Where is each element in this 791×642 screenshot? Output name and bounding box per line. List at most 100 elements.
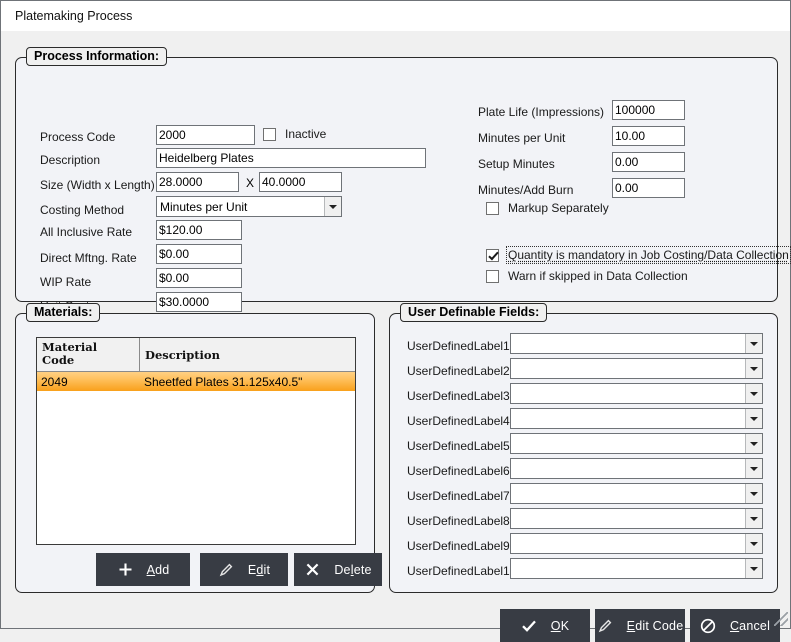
warn-if-skipped-checkbox[interactable]: Warn if skipped in Data Collection [486,269,688,283]
chevron-down-icon[interactable] [745,359,762,378]
column-header-material-code-line1: Material [42,340,98,354]
prohibited-icon [700,617,717,634]
size-length-input[interactable] [259,172,342,192]
check-icon [521,617,538,634]
pencil-icon [597,617,614,634]
markup-separately-checkbox[interactable]: Markup Separately [486,201,609,215]
chevron-down-icon[interactable] [745,509,762,528]
label-size: Size (Width x Length) [40,178,155,192]
ok-button[interactable]: OK [500,609,590,642]
edit-code-button[interactable]: Edit Code [595,609,685,642]
chevron-down-icon[interactable] [324,197,341,216]
add-button[interactable]: Add [96,553,190,586]
ok-button-label: OK [550,618,570,633]
edit-code-button-label: Edit Code [626,618,684,633]
label-userdefinedlabel5: UserDefinedLabel5 [407,439,510,453]
label-userdefinedlabel6: UserDefinedLabel6 [407,464,510,478]
all-inclusive-rate-input[interactable] [156,220,242,240]
checkbox-box-inactive[interactable] [263,127,276,141]
size-width-input[interactable] [156,172,239,192]
materials-caption: Materials: [26,303,101,322]
userdefinedlabel6-combo[interactable] [510,458,763,479]
userdefinedlabel10-combo[interactable] [510,558,763,579]
materials-group: Materials: Material Code Description 204… [15,303,382,593]
edit-button[interactable]: Edit [200,553,288,586]
checkbox-box-quantity-mandatory[interactable] [486,248,499,262]
cancel-button[interactable]: Cancel [690,609,780,642]
userdefinedlabel4-combo[interactable] [510,408,763,429]
chevron-down-icon[interactable] [745,434,762,453]
column-header-description: Description [145,348,220,362]
costing-method-combo[interactable]: Minutes per Unit [156,196,342,217]
edit-button-label: Edit [247,562,271,577]
size-separator: X [246,176,255,190]
markup-separately-label: Markup Separately [508,201,609,215]
setup-minutes-input[interactable] [612,152,685,172]
label-costing-method: Costing Method [40,203,125,217]
chevron-down-icon[interactable] [745,484,762,503]
process-code-input[interactable] [156,125,255,145]
label-userdefinedlabel8: UserDefinedLabel8 [407,514,510,528]
label-userdefinedlabel4: UserDefinedLabel4 [407,414,510,428]
cancel-button-label: Cancel [729,618,771,633]
user-definable-fields-group: User Definable Fields: UserDefinedLabel1… [389,303,778,593]
userdefinedlabel7-combo[interactable] [510,483,763,504]
label-userdefinedlabel1: UserDefinedLabel1 [407,339,510,353]
materials-grid-header: Material Code Description [37,338,355,372]
chevron-down-icon[interactable] [745,459,762,478]
wip-rate-input[interactable] [156,268,242,288]
user-definable-fields-caption: User Definable Fields: [400,303,548,322]
direct-mftng-rate-input[interactable] [156,244,242,264]
label-wip-rate: WIP Rate [40,275,92,289]
userdefinedlabel8-combo[interactable] [510,508,763,529]
minutes-add-burn-input[interactable] [612,178,685,198]
dialog-client-area: Process Information: Process Code Descri… [1,31,791,642]
inactive-checkbox[interactable]: Inactive [263,127,326,141]
window-titlebar: Platemaking Process [1,1,790,31]
materials-grid[interactable]: Material Code Description 2049 Sheetfed … [36,337,356,545]
cross-icon [304,561,321,578]
chevron-down-icon[interactable] [745,534,762,553]
checkbox-box-warn-if-skipped[interactable] [486,269,499,283]
unit-cost-input[interactable] [156,292,242,312]
delete-button-label: Delete [334,562,372,577]
chevron-down-icon[interactable] [745,559,762,578]
window-title: Platemaking Process [15,9,133,23]
process-information-caption: Process Information: [26,47,168,66]
chevron-down-icon[interactable] [745,409,762,428]
label-userdefinedlabel3: UserDefinedLabel3 [407,389,510,403]
label-userdefinedlabel2: UserDefinedLabel2 [407,364,510,378]
column-header-material-code: Material Code [37,338,140,371]
warn-if-skipped-label: Warn if skipped in Data Collection [508,269,688,283]
pencil-icon [218,561,235,578]
userdefinedlabel1-combo[interactable] [510,333,763,354]
cell-material-description: Sheetfed Plates 31.125x40.5" [144,374,303,389]
quantity-mandatory-checkbox[interactable]: Quantity is mandatory in Job Costing/Dat… [486,246,791,264]
chevron-down-icon[interactable] [745,334,762,353]
column-header-material-code-line2: Code [42,353,75,367]
add-button-label: Add [146,562,170,577]
userdefinedlabel5-combo[interactable] [510,433,763,454]
userdefinedlabel3-combo[interactable] [510,383,763,404]
minutes-per-unit-input[interactable] [612,126,685,146]
label-minutes-add-burn: Minutes/Add Burn [478,183,574,197]
label-plate-life: Plate Life (Impressions) [478,105,605,119]
plus-icon [117,561,134,578]
table-row[interactable]: 2049 Sheetfed Plates 31.125x40.5" [37,372,355,391]
resize-grip[interactable] [774,612,788,626]
label-userdefinedlabel9: UserDefinedLabel9 [407,539,510,553]
checkbox-box-markup-separately[interactable] [486,201,499,215]
platemaking-process-window: Platemaking Process Process Information:… [0,0,791,642]
delete-button[interactable]: Delete [294,553,382,586]
label-userdefinedlabel7: UserDefinedLabel7 [407,489,510,503]
userdefinedlabel9-combo[interactable] [510,533,763,554]
chevron-down-icon[interactable] [745,384,762,403]
label-process-code: Process Code [40,130,116,144]
description-input[interactable] [156,148,426,168]
label-description: Description [40,153,101,167]
quantity-mandatory-label: Quantity is mandatory in Job Costing/Dat… [506,246,791,264]
process-information-group: Process Information: Process Code Descri… [15,47,791,313]
userdefinedlabel2-combo[interactable] [510,358,763,379]
plate-life-input[interactable] [612,100,685,120]
label-setup-minutes: Setup Minutes [478,157,555,171]
